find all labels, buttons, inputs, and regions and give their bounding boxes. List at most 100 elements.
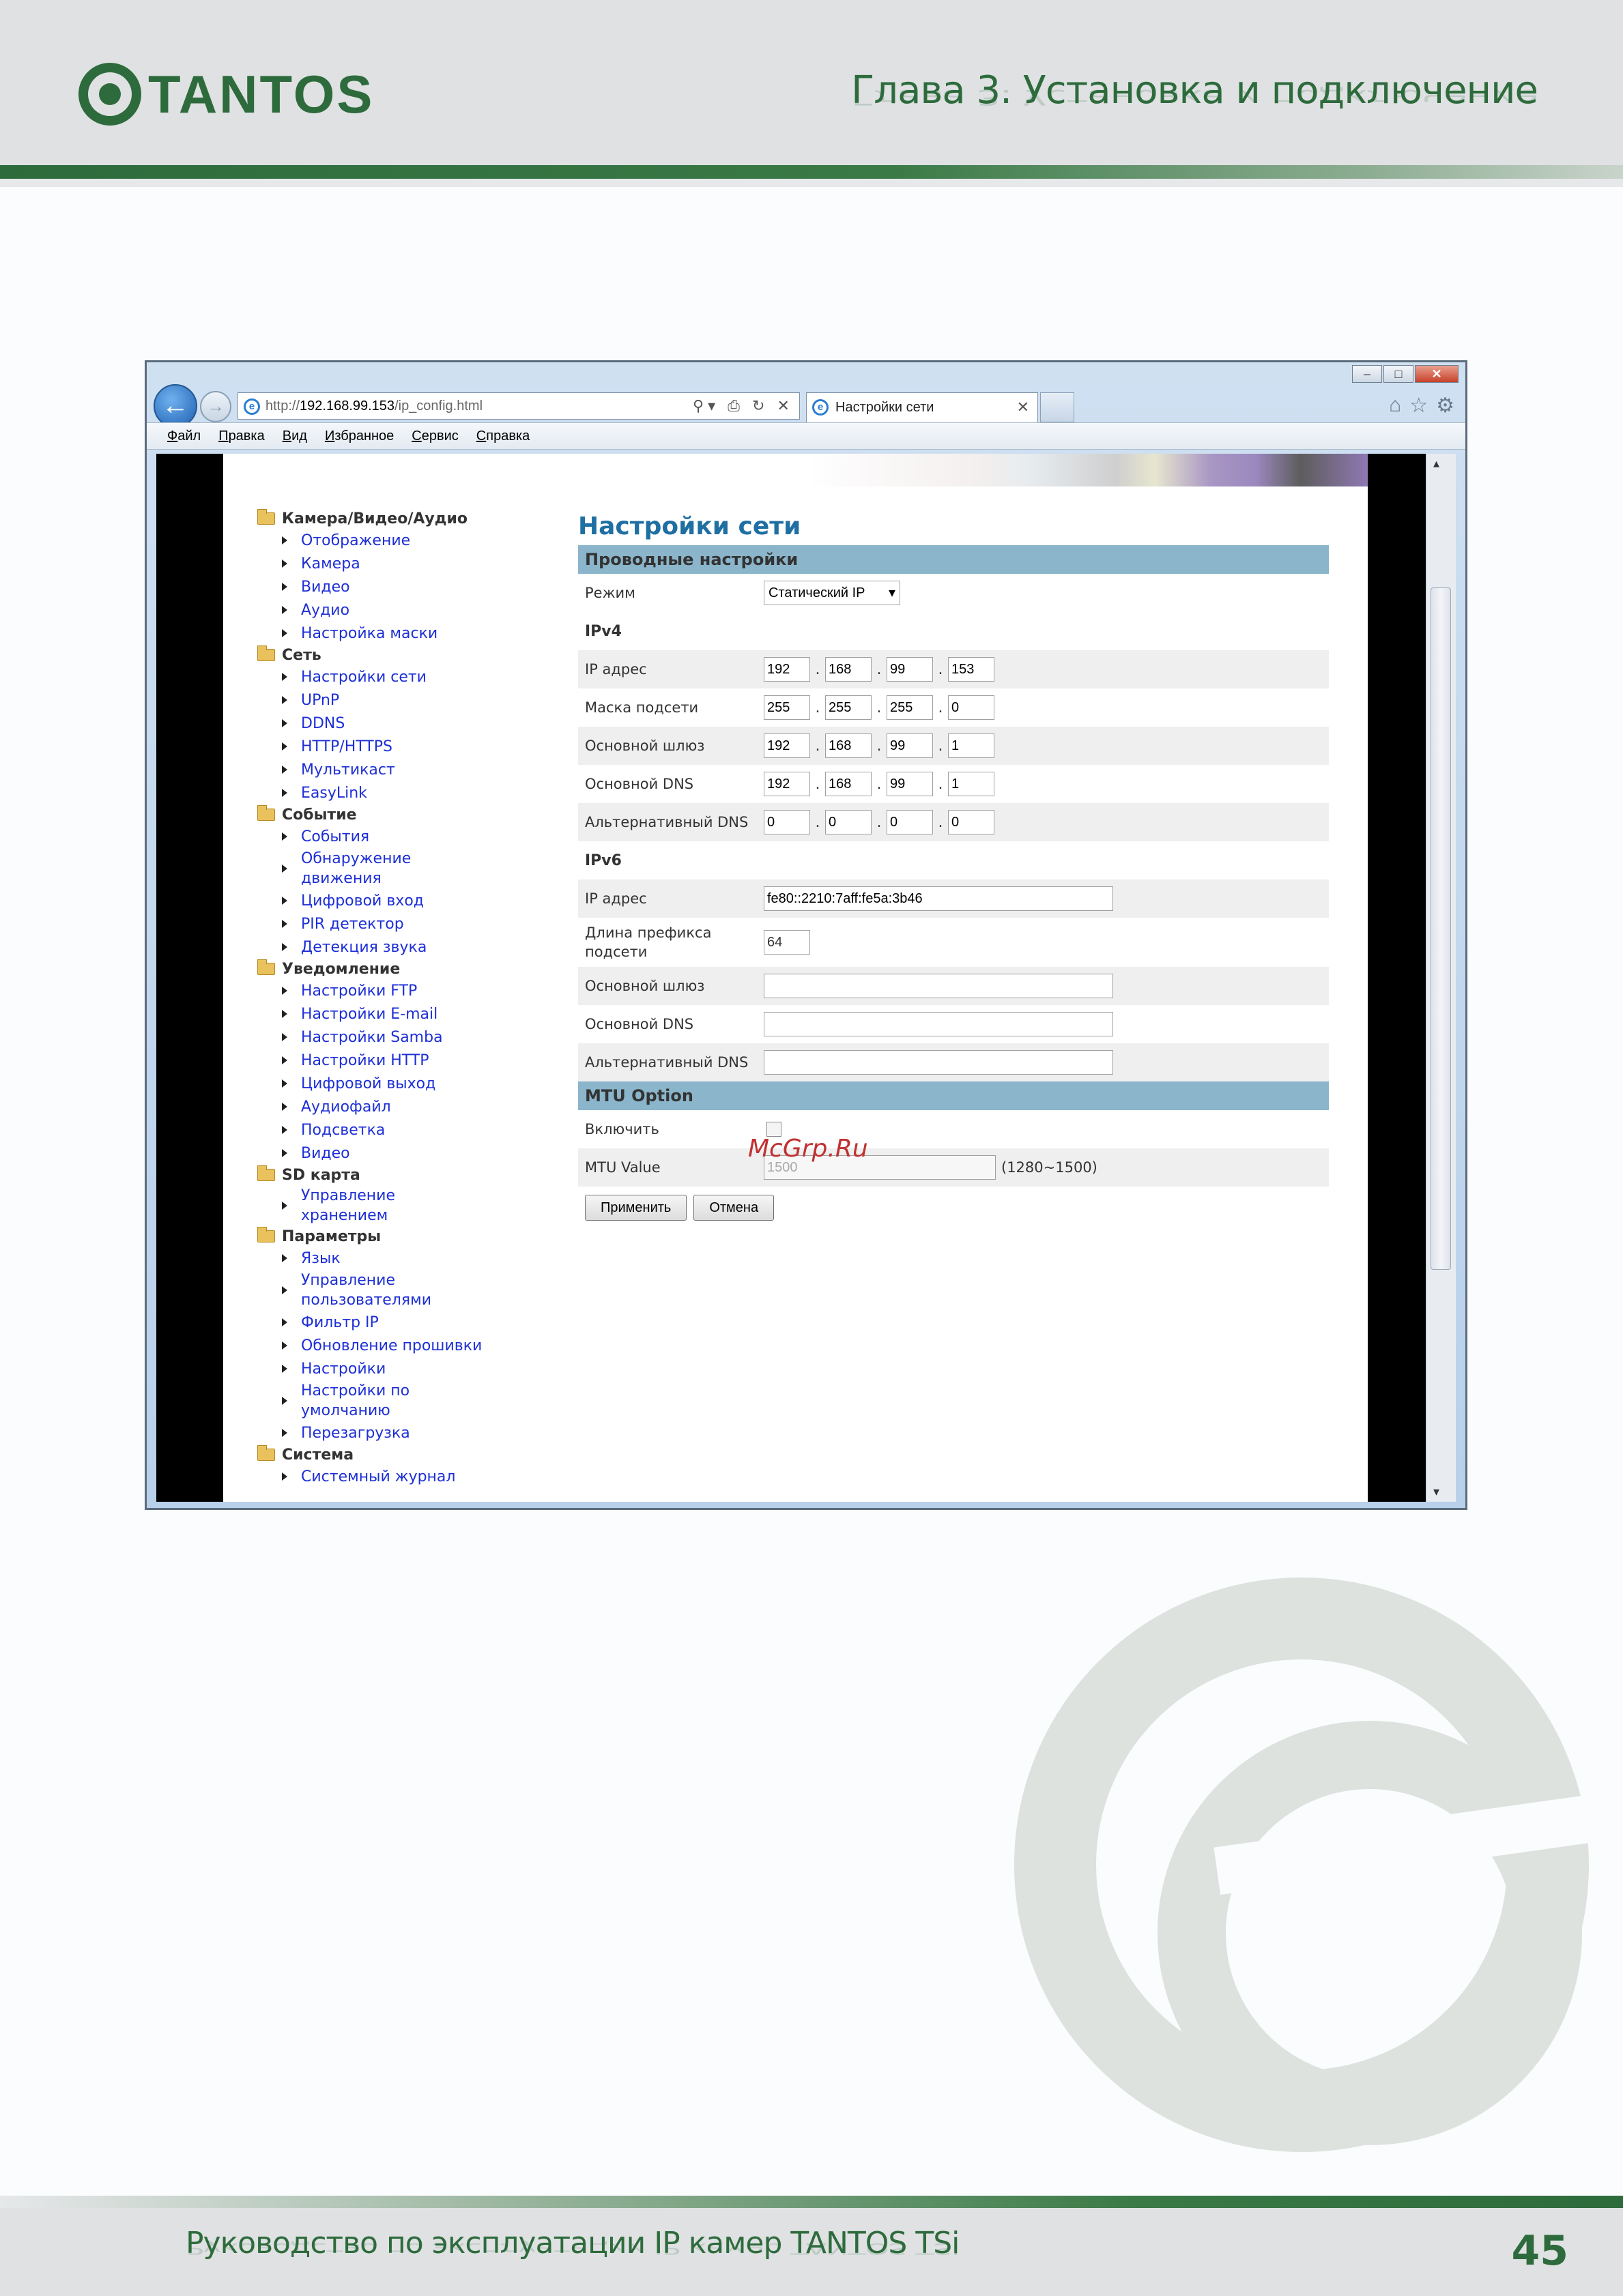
vertical-scrollbar[interactable]: ▴ ▾ (1426, 454, 1456, 1502)
nav-item-ftp[interactable]: Настройки FTP (257, 979, 530, 1002)
nav-item-camera[interactable]: Камера (257, 552, 530, 575)
chapter-title-reflection: Глава 3. Установка и подключение (851, 85, 1538, 109)
nav-category-parameters[interactable]: Параметры (257, 1226, 530, 1247)
ip-octet-input[interactable]: 192 (764, 657, 810, 682)
gateway-octet-input[interactable]: 1 (948, 733, 994, 758)
nav-item-ip-filter[interactable]: Фильтр IP (257, 1311, 530, 1334)
nav-item-system-log[interactable]: Системный журнал (257, 1465, 530, 1488)
apply-button[interactable]: Применить (585, 1195, 687, 1221)
nav-item-network-settings[interactable]: Настройки сети (257, 665, 530, 688)
nav-category-notification[interactable]: Уведомление (257, 959, 530, 979)
menu-favorites[interactable]: Избранное (325, 428, 394, 444)
nav-item-storage-management[interactable]: Управление хранением (257, 1185, 530, 1226)
arrow-icon (282, 1010, 287, 1018)
menu-view[interactable]: Вид (283, 428, 307, 444)
scroll-down-icon[interactable]: ▾ (1433, 1485, 1439, 1499)
menu-edit[interactable]: Правка (218, 428, 265, 444)
ipv6-dns-input[interactable] (764, 1012, 1113, 1036)
nav-item-http[interactable]: Настройки HTTP (257, 1049, 530, 1072)
tab-network-settings[interactable]: e Настройки сети ✕ (806, 392, 1038, 422)
nav-item-notify-video[interactable]: Видео (257, 1142, 530, 1165)
ipv6-alt-dns-input[interactable] (764, 1050, 1113, 1075)
dns-octet-input[interactable]: 192 (764, 772, 810, 796)
ipv6-gateway-input[interactable] (764, 974, 1113, 998)
favorites-star-icon[interactable]: ☆ (1409, 394, 1428, 418)
back-arrow-icon[interactable]: ← (154, 384, 197, 428)
page-number: 45 (1511, 2227, 1569, 2275)
mtu-value-row: MTU Value 1500 (1280~1500) (578, 1148, 1329, 1187)
nav-item-audio-file[interactable]: Аудиофайл (257, 1095, 530, 1118)
nav-item-pir[interactable]: PIR детектор (257, 912, 530, 935)
forward-arrow-icon[interactable]: → (200, 391, 231, 422)
gateway-octet-input[interactable]: 192 (764, 733, 810, 758)
nav-item-digital-input[interactable]: Цифровой вход (257, 889, 530, 912)
menu-tools[interactable]: Сервис (412, 428, 459, 444)
arrow-icon (282, 943, 287, 951)
nav-item-audio[interactable]: Аудио (257, 598, 530, 622)
nav-item-email[interactable]: Настройки E-mail (257, 1002, 530, 1026)
nav-item-video[interactable]: Видео (257, 575, 530, 598)
tab-close-icon[interactable]: ✕ (1017, 393, 1029, 422)
dns-octet-input[interactable]: 1 (948, 772, 994, 796)
camera-web-page: Камера/Видео/Аудио Отображение Камера Ви… (223, 454, 1368, 1502)
alt-dns-octet-input[interactable]: 0 (764, 810, 810, 834)
nav-category-event[interactable]: Событие (257, 804, 530, 825)
new-tab-button[interactable] (1040, 392, 1074, 422)
ie-tab-icon: e (812, 399, 829, 416)
scrollbar-thumb[interactable] (1431, 587, 1451, 1270)
ipv6-prefix-input[interactable]: 64 (764, 930, 810, 955)
nav-item-language[interactable]: Язык (257, 1247, 530, 1270)
cancel-button[interactable]: Отмена (693, 1195, 775, 1221)
address-bar[interactable]: e http://192.168.99.153/ip_config.html ⚲… (238, 392, 800, 420)
mode-select[interactable]: Статический IP (764, 581, 900, 605)
scroll-up-icon[interactable]: ▴ (1433, 456, 1439, 471)
gateway-octet-input[interactable]: 168 (825, 733, 872, 758)
nav-item-multicast[interactable]: Мультикаст (257, 758, 530, 781)
nav-item-http-https[interactable]: HTTP/HTTPS (257, 735, 530, 758)
mask-octet-input[interactable]: 255 (887, 695, 933, 720)
ip-octet-input[interactable]: 153 (948, 657, 994, 682)
mask-octet-input[interactable]: 255 (764, 695, 810, 720)
alt-dns-octet-input[interactable]: 0 (825, 810, 872, 834)
nav-item-samba[interactable]: Настройки Samba (257, 1026, 530, 1049)
nav-item-digital-output[interactable]: Цифровой выход (257, 1072, 530, 1095)
home-icon[interactable]: ⌂ (1389, 394, 1401, 418)
alt-dns-octet-input[interactable]: 0 (887, 810, 933, 834)
gateway-octet-input[interactable]: 99 (887, 733, 933, 758)
nav-item-display[interactable]: Отображение (257, 529, 530, 552)
nav-item-ddns[interactable]: DDNS (257, 712, 530, 735)
alt-dns-octet-input[interactable]: 0 (948, 810, 994, 834)
mask-octet-input[interactable]: 0 (948, 695, 994, 720)
mask-octet-input[interactable]: 255 (825, 695, 872, 720)
gear-icon[interactable]: ⚙ (1436, 394, 1454, 418)
menu-help[interactable]: Справка (476, 428, 530, 444)
menu-file[interactable]: Файл (167, 428, 201, 444)
address-tools-icons[interactable]: ⚲▾ ⎙ ↻ ✕ (693, 393, 794, 419)
maximize-icon[interactable]: □ (1383, 365, 1413, 383)
nav-category-camera[interactable]: Камера/Видео/Аудио (257, 508, 530, 529)
ip-octet-input[interactable]: 99 (887, 657, 933, 682)
nav-item-backlight[interactable]: Подсветка (257, 1118, 530, 1142)
nav-item-upnp[interactable]: UPnP (257, 688, 530, 712)
nav-item-motion-detection[interactable]: Обнаружение движения (257, 848, 530, 889)
nav-item-firmware-update[interactable]: Обновление прошивки (257, 1334, 530, 1357)
nav-item-settings[interactable]: Настройки (257, 1357, 530, 1380)
nav-category-sd-card[interactable]: SD карта (257, 1165, 530, 1185)
nav-item-user-management[interactable]: Управление пользователями (257, 1270, 530, 1311)
nav-item-reboot[interactable]: Перезагрузка (257, 1421, 530, 1444)
ip-octet-input[interactable]: 168 (825, 657, 872, 682)
ipv6-address-input[interactable]: fe80::2210:7aff:fe5a:3b46 (764, 886, 1113, 911)
nav-item-default-settings[interactable]: Настройки по умолчанию (257, 1380, 530, 1421)
dns-octet-input[interactable]: 168 (825, 772, 872, 796)
dns-octet-input[interactable]: 99 (887, 772, 933, 796)
nav-item-events[interactable]: События (257, 825, 530, 848)
minimize-icon[interactable]: – (1352, 365, 1382, 383)
close-icon[interactable]: ✕ (1415, 365, 1459, 383)
nav-item-easylink[interactable]: EasyLink (257, 781, 530, 804)
arrow-icon (282, 864, 287, 873)
nav-item-sound-detection[interactable]: Детекция звука (257, 935, 530, 959)
nav-category-network[interactable]: Сеть (257, 645, 530, 665)
nav-category-system[interactable]: Система (257, 1444, 530, 1465)
folder-icon (257, 1445, 275, 1461)
nav-item-mask[interactable]: Настройка маски (257, 622, 530, 645)
